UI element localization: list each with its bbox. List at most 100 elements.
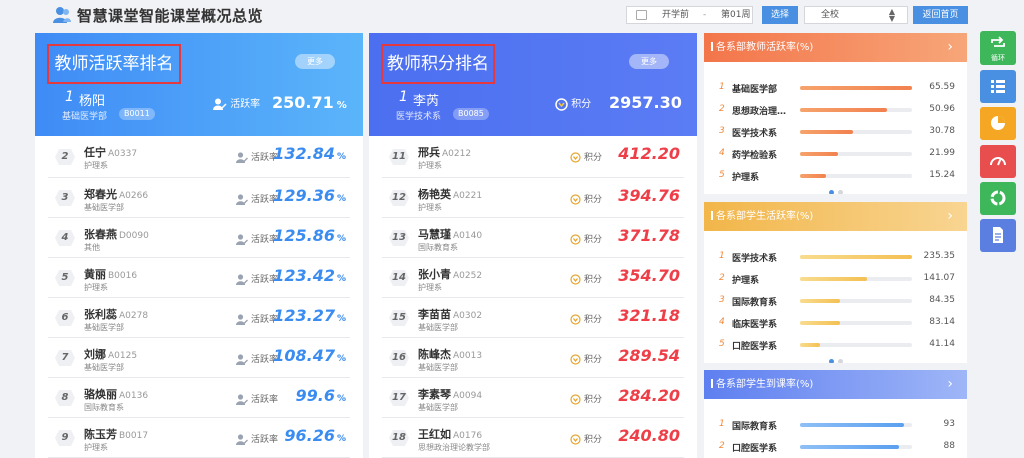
title-bar-mark xyxy=(711,42,713,51)
teacher-points-header: 教师积分排名 更多 1 李芮 医学技术系 B0085 积分 2957.30 xyxy=(369,33,697,136)
select-button[interactable]: 选择 xyxy=(762,6,798,24)
metric-value: 289.54 xyxy=(618,346,680,365)
rank-number: 6 xyxy=(61,311,69,323)
panel-title: 教师积分排名 xyxy=(381,44,495,84)
chevron-right-icon[interactable]: › xyxy=(947,202,953,231)
stat-row: 1 基础医学部 65.59 xyxy=(704,77,967,99)
ranking-row[interactable]: 11 邢兵 A0212 护理系 积分 412.20 xyxy=(382,136,684,178)
metric-value-number: 354.70 xyxy=(618,266,680,285)
more-button[interactable]: 更多 xyxy=(295,54,335,69)
dept-label: 口腔医学系 xyxy=(732,444,778,454)
card-header[interactable]: 各系部学生到课率(%) › xyxy=(704,370,967,399)
pager-dots xyxy=(704,180,967,194)
stat-row: 2 口腔医学系 88 xyxy=(704,436,967,458)
ranking-row[interactable]: 7 刘娜 A0125 基础医学部 活跃率 108.47% xyxy=(48,338,350,378)
chevron-right-icon[interactable]: › xyxy=(947,33,953,62)
more-button[interactable]: 更多 xyxy=(629,54,669,69)
progress-fill xyxy=(800,152,838,156)
rank-number: 11 xyxy=(392,150,406,162)
stat-value: 84.35 xyxy=(929,295,955,305)
teacher-name: 王红如 A0176 xyxy=(418,426,482,442)
list-view-button[interactable] xyxy=(980,70,1016,103)
pager-dot[interactable] xyxy=(828,359,834,363)
dept-label: 思想政治理… xyxy=(732,107,787,117)
metric-label: 积分 xyxy=(584,435,603,445)
school-select[interactable]: 全校 ▲ ▼ xyxy=(804,6,908,24)
ranking-row[interactable]: 2 任宁 A0337 护理系 活跃率 132.84% xyxy=(48,136,350,178)
progress-fill xyxy=(800,255,912,259)
teacher-name-text: 黄丽 xyxy=(84,268,106,281)
top-rank: 1 xyxy=(65,89,74,105)
teacher-name-text: 邢兵 xyxy=(418,146,440,159)
metric-unit: % xyxy=(336,274,346,284)
progress-track xyxy=(800,321,912,325)
ring-chart-button[interactable] xyxy=(980,182,1016,215)
rank-number: 17 xyxy=(392,391,406,403)
stat-rank: 5 xyxy=(719,339,725,349)
metric-value: 96.26% xyxy=(284,426,346,445)
pie-chart-button[interactable] xyxy=(980,107,1016,140)
ranking-row[interactable]: 4 张春燕 D0090 其他 活跃率 125.86% xyxy=(48,218,350,258)
teacher-dept: 其他 xyxy=(84,243,100,252)
teacher-name: 骆焕丽 A0136 xyxy=(84,386,148,402)
stat-value: 41.14 xyxy=(929,339,955,349)
teacher-code: D0090 xyxy=(119,231,149,241)
student-activity-by-dept-card: 各系部学生活跃率(%) › 1 医学技术系 235.35 2 护理系 141.07 3 国际教育… xyxy=(704,202,967,363)
ranking-row[interactable]: 3 郑春光 A0266 基础医学部 活跃率 129.36% xyxy=(48,178,350,218)
top-metric: 活跃率 xyxy=(213,95,260,110)
teacher-points-panel: 教师积分排名 更多 1 李芮 医学技术系 B0085 积分 2957.30 11… xyxy=(369,33,697,458)
ranking-row[interactable]: 15 李苗苗 A0302 基础医学部 积分 321.18 xyxy=(382,298,684,338)
metric-label: 积分 xyxy=(584,395,603,405)
metric-unit: % xyxy=(336,152,346,162)
metric-value: 412.20 xyxy=(618,144,680,163)
page-title: 智慧课堂智能课堂概况总览 xyxy=(77,7,264,25)
teacher-code: A0176 xyxy=(453,431,483,441)
progress-track xyxy=(800,277,912,281)
progress-track xyxy=(800,108,912,112)
rank-number: 14 xyxy=(392,271,406,283)
document-button[interactable] xyxy=(980,219,1016,252)
ranking-row[interactable]: 5 黄丽 B0016 护理系 活跃率 123.42% xyxy=(48,258,350,298)
ranking-row[interactable]: 6 张利蕊 A0278 基础医学部 活跃率 123.27% xyxy=(48,298,350,338)
card-header[interactable]: 各系部学生活跃率(%) › xyxy=(704,202,967,231)
gauge-button[interactable] xyxy=(980,145,1016,178)
teacher-name-text: 任宁 xyxy=(84,146,106,159)
progress-fill xyxy=(800,130,853,134)
loop-button[interactable]: 循环 xyxy=(980,31,1016,65)
metric: 积分 xyxy=(570,272,602,285)
dept-label: 医学技术系 xyxy=(732,129,778,139)
metric: 积分 xyxy=(570,352,602,365)
dept-label: 医学技术系 xyxy=(732,254,778,264)
card-title: 各系部教师活跃率(%) xyxy=(716,42,814,53)
metric-label: 积分 xyxy=(584,195,603,205)
teacher-name-text: 陈峰杰 xyxy=(418,348,451,361)
ranking-row[interactable]: 18 王红如 A0176 思想政治理论教学部 积分 240.80 xyxy=(382,418,684,458)
metric-unit: % xyxy=(336,394,346,404)
ranking-row[interactable]: 17 李素琴 A0094 基础医学部 积分 284.20 xyxy=(382,378,684,418)
date-range-picker[interactable]: 开学前 - 第01周 xyxy=(626,6,753,24)
ranking-row[interactable]: 12 杨艳英 A0221 护理系 积分 394.76 xyxy=(382,178,684,218)
ranking-row[interactable]: 16 陈峰杰 A0013 基础医学部 积分 289.54 xyxy=(382,338,684,378)
card-header[interactable]: 各系部教师活跃率(%) › xyxy=(704,33,967,62)
ranking-row[interactable]: 13 马慧瑾 A0140 国际教育系 积分 371.78 xyxy=(382,218,684,258)
pager-dot[interactable] xyxy=(828,190,834,194)
metric-value: 240.80 xyxy=(618,426,680,445)
top-value: 2957.30 xyxy=(609,93,682,112)
home-button[interactable]: 返回首页 xyxy=(913,6,968,24)
term-value: 开学前 xyxy=(662,10,690,20)
medal-icon xyxy=(570,152,581,163)
ranking-row[interactable]: 9 陈玉芳 B0017 护理系 活跃率 96.26% xyxy=(48,418,350,458)
teacher-code: A0212 xyxy=(442,149,472,159)
pager-dot[interactable] xyxy=(837,359,843,363)
metric-unit: % xyxy=(336,314,346,324)
metric-value-number: 284.20 xyxy=(618,386,680,405)
title-bar-mark xyxy=(711,379,713,388)
ranking-row[interactable]: 14 张小青 A0252 护理系 积分 354.70 xyxy=(382,258,684,298)
rank-number: 9 xyxy=(61,431,69,443)
teacher-name: 张利蕊 A0278 xyxy=(84,306,148,322)
top-rank: 1 xyxy=(399,89,408,105)
chevron-right-icon[interactable]: › xyxy=(947,370,953,399)
ranking-row[interactable]: 8 骆焕丽 A0136 国际教育系 活跃率 99.6% xyxy=(48,378,350,418)
pager-dot[interactable] xyxy=(837,190,843,194)
metric-label: 积分 xyxy=(584,235,603,245)
